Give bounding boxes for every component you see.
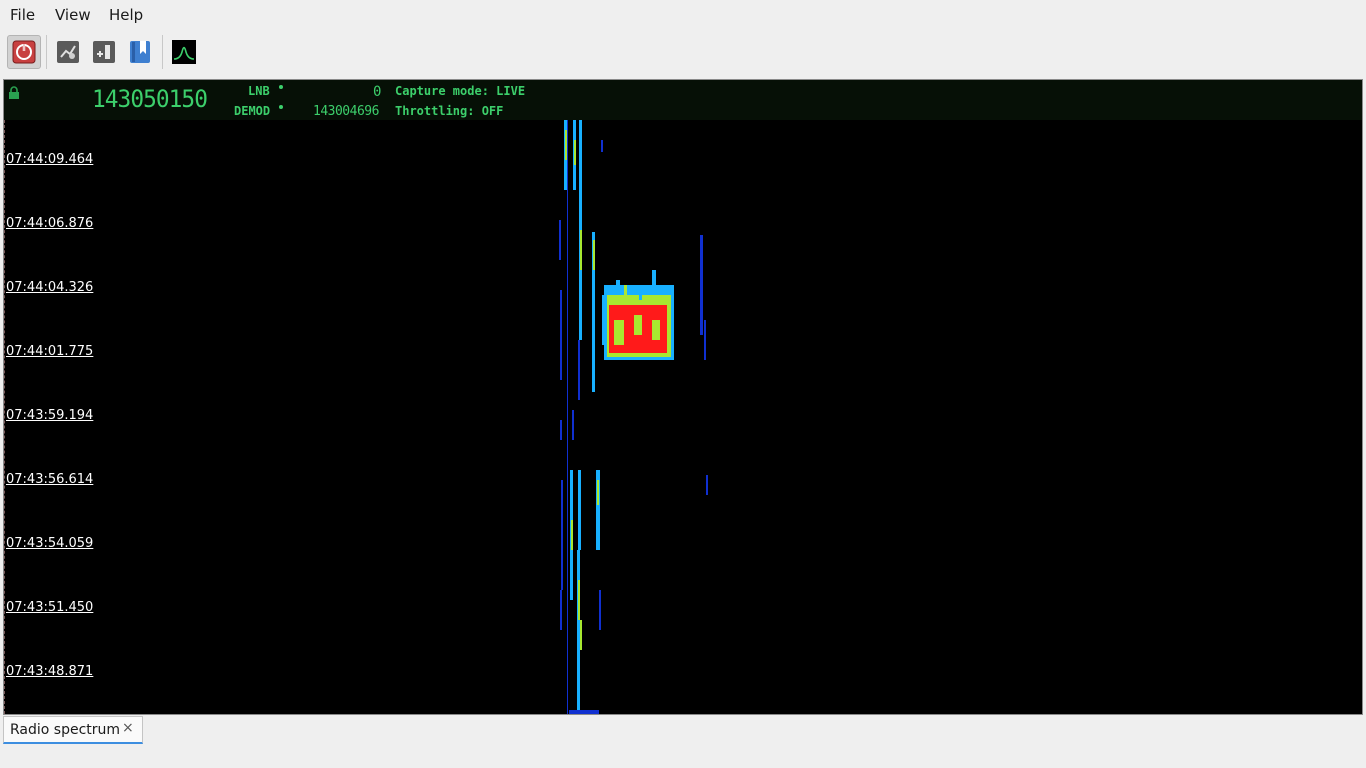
waterfall-trace [624,285,627,305]
spectrum-button[interactable] [167,35,201,69]
frequency-header: 143050150 LNB 0 DEMOD 143004696 Capture … [4,80,1362,120]
timestamp-label: 07:43:59.194 [6,408,94,423]
main-frequency-display[interactable]: 143050150 [92,85,208,113]
throttling-status: Throttling: OFF [395,104,504,118]
waterfall-trace [569,710,599,714]
power-icon [12,40,36,64]
waterfall-trace [571,520,573,550]
menu-file[interactable]: File [10,6,35,24]
demod-frequency-display[interactable]: 143004696 [313,104,379,119]
waterfall-trace [574,140,576,165]
timestamp-label: 07:44:09.464 [6,152,94,167]
timestamp-label: 07:44:01.775 [6,344,94,359]
source-settings-button[interactable] [51,35,85,69]
waterfall-trace [652,320,660,340]
timestamp-label: 07:43:56.614 [6,472,94,487]
toolbar-separator [46,35,47,69]
close-icon[interactable]: × [122,720,134,736]
waterfall-plot [559,120,708,714]
waterfall-trace [580,230,582,270]
waterfall-trace [652,270,656,295]
waterfall-trace [578,470,581,550]
waterfall-trace [578,340,580,400]
waterfall-trace [560,590,562,630]
waterfall-trace [706,475,708,495]
demod-label: DEMOD [234,104,271,118]
waterfall-trace [560,420,562,440]
menu-bar: File View Help [0,0,1366,30]
toolbar [0,30,1366,76]
waterfall-trace [597,480,599,505]
timestamp-label: 07:43:54.059 [6,536,94,551]
spectrum-icon [172,40,196,64]
waterfall-trace [593,240,595,270]
waterfall-trace [601,140,603,152]
waterfall-trace [565,130,567,160]
waterfall-trace [700,235,703,335]
waterfall-trace [560,290,562,380]
capture-mode-status: Capture mode: LIVE [395,84,526,98]
timestamp-label: 07:44:04.326 [6,280,94,295]
bookmark-icon [130,41,150,63]
bookmarks-button[interactable] [123,35,157,69]
tab-radio-spectrum[interactable]: Radio spectrum × [3,716,143,744]
toolbar-separator [162,35,163,69]
waterfall-trace [559,220,561,260]
demod-lock-icon [279,105,283,109]
waterfall-trace [561,480,563,590]
timestamp-label: 07:43:51.450 [6,600,94,615]
lnb-frequency-display[interactable]: 0 [373,84,381,100]
lock-icon[interactable] [8,86,20,100]
power-button[interactable] [7,35,41,69]
settings-icon [57,41,79,63]
add-marker-icon [93,41,115,63]
waterfall-trace [614,320,624,345]
tab-bar: Radio spectrum × [0,715,1366,768]
waterfall-display[interactable]: 07:44:09.464 07:44:06.876 07:44:04.326 07:4… [4,120,1362,714]
menu-view[interactable]: View [55,6,91,24]
waterfall-left-border [4,120,5,714]
waterfall-trace [567,120,568,714]
timestamp-label: 07:44:06.876 [6,216,94,231]
lnb-label: LNB [248,84,270,98]
spectrum-panel: 143050150 LNB 0 DEMOD 143004696 Capture … [3,79,1363,715]
waterfall-trace [572,410,574,440]
waterfall-trace [616,280,620,295]
timestamp-label: 07:43:48.871 [6,664,94,679]
add-marker-button[interactable] [87,35,121,69]
waterfall-trace [634,315,642,335]
waterfall-trace [639,290,642,300]
tab-label: Radio spectrum [10,722,121,738]
waterfall-trace [704,320,706,360]
lnb-lock-icon [279,85,283,89]
waterfall-trace [580,620,582,650]
waterfall-trace [578,580,580,620]
waterfall-trace [577,550,580,710]
menu-help[interactable]: Help [109,6,143,24]
waterfall-trace [599,590,601,630]
